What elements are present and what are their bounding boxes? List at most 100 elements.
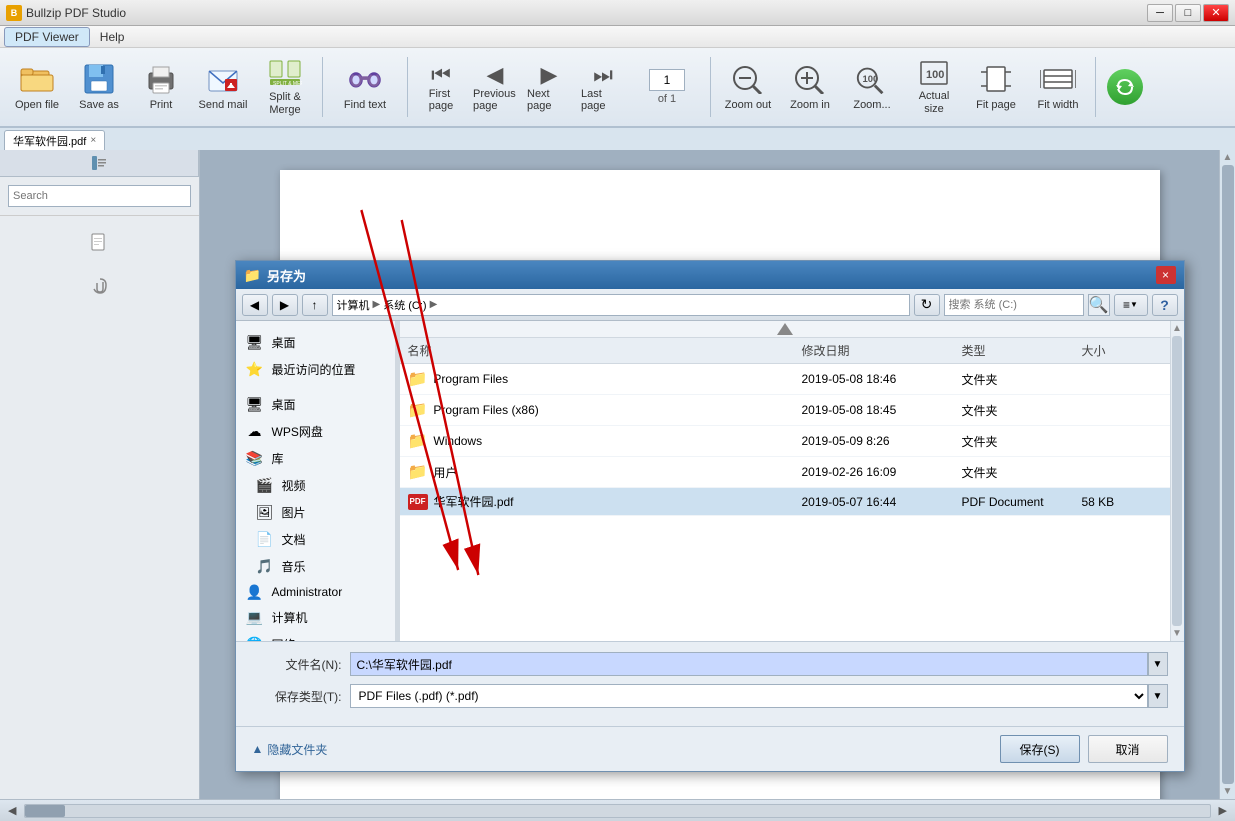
left-item-library[interactable]: 📚 库	[236, 445, 395, 472]
find-text-label: Find text	[344, 99, 386, 112]
dialog-cancel-button[interactable]: 取消	[1088, 735, 1168, 763]
find-text-button[interactable]: Find text	[331, 53, 399, 121]
save-as-button[interactable]: Save as	[70, 53, 128, 121]
split-merge-button[interactable]: SPLIT & MERGE Split &Merge	[256, 53, 314, 121]
previous-page-label: Previous page	[473, 88, 517, 112]
refresh-button[interactable]	[1104, 53, 1146, 121]
sidebar-left-icon[interactable]	[0, 150, 199, 176]
print-button[interactable]: Print	[132, 53, 190, 121]
header-name[interactable]: 名称	[408, 342, 802, 359]
left-item-desktop-2[interactable]: 🖥 桌面	[236, 391, 395, 418]
zoom-out-button[interactable]: Zoom out	[719, 53, 777, 121]
actual-size-icon: 100	[916, 58, 952, 88]
refresh-icon	[1107, 69, 1143, 105]
file-row-type-2: 文件夹	[962, 433, 1082, 450]
dialog-search-button[interactable]: 🔍	[1088, 294, 1110, 316]
dialog-save-button[interactable]: 保存(S)	[1000, 735, 1080, 763]
left-item-music[interactable]: 🎵 音乐	[236, 553, 395, 580]
folder-icon-3: 📁	[408, 462, 428, 482]
desktop-icon-2: 🖥	[246, 398, 264, 412]
table-row[interactable]: 📁 Program Files 2019-05-08 18:46 文件夹	[400, 364, 1170, 395]
filename-input[interactable]	[350, 652, 1148, 676]
dialog-search-input[interactable]	[944, 294, 1084, 316]
left-item-library-label: 库	[272, 450, 284, 467]
page-number-input[interactable]	[649, 69, 685, 91]
left-item-desktop-label-1: 桌面	[272, 334, 296, 351]
fit-page-button[interactable]: Fit page	[967, 53, 1025, 121]
network-icon: 🌐	[246, 638, 264, 642]
hide-folders-button[interactable]: ▲ 隐藏文件夹	[252, 741, 328, 758]
send-mail-button[interactable]: Send mail	[194, 53, 252, 121]
path-part-0: 计算机	[337, 297, 370, 313]
table-row[interactable]: 📁 Program Files (x86) 2019-05-08 18:45 文…	[400, 395, 1170, 426]
save-as-icon	[81, 61, 117, 97]
sidebar	[0, 150, 200, 799]
next-page-button[interactable]: ▶ Next page	[524, 53, 574, 121]
left-item-computer[interactable]: 💻 计算机	[236, 604, 395, 631]
status-arrow-right[interactable]: ▶	[1219, 804, 1227, 817]
minimize-button[interactable]: ─	[1147, 4, 1173, 22]
filename-dropdown[interactable]: ▼	[1148, 652, 1168, 676]
last-page-button[interactable]: ⏭ Last page	[578, 53, 628, 121]
file-row-date-4: 2019-05-07 16:44	[802, 495, 962, 509]
first-page-icon: ⏮	[431, 62, 451, 88]
dialog-forward-button[interactable]: ▶	[272, 294, 298, 316]
actual-size-button[interactable]: 100 Actualsize	[905, 53, 963, 121]
file-row-date-2: 2019-05-09 8:26	[802, 434, 962, 448]
left-item-video[interactable]: 🎬 视频	[236, 472, 395, 499]
filetype-dropdown[interactable]: ▼	[1148, 684, 1168, 708]
dialog-help-button[interactable]: ?	[1152, 294, 1178, 316]
left-item-pictures[interactable]: 🖼 图片	[236, 499, 395, 526]
dialog-body: 🖥 桌面 ⭐ 最近访问的位置 🖥 桌面 ☁	[236, 321, 1184, 641]
open-file-button[interactable]: Open file	[8, 53, 66, 121]
hide-folders-label: 隐藏文件夹	[267, 741, 327, 758]
left-item-video-label: 视频	[282, 477, 306, 494]
header-type[interactable]: 类型	[962, 342, 1082, 359]
left-item-desktop-1[interactable]: 🖥 桌面	[236, 329, 395, 356]
menu-bar: PDF Viewer Help	[0, 26, 1235, 48]
header-size[interactable]: 大小	[1082, 342, 1162, 359]
table-row[interactable]: 📁 Windows 2019-05-09 8:26 文件夹	[400, 426, 1170, 457]
dialog-path-breadcrumb: 计算机 ▶ 系统 (C:) ▶	[332, 294, 910, 316]
table-row[interactable]: 📁 用户 2019-02-26 16:09 文件夹	[400, 457, 1170, 488]
left-item-docs[interactable]: 📄 文档	[236, 526, 395, 553]
folder-icon-0: 📁	[408, 369, 428, 389]
menu-pdf-viewer[interactable]: PDF Viewer	[4, 27, 90, 47]
close-button[interactable]: ✕	[1203, 4, 1229, 22]
zoom-label: Zoom...	[853, 99, 890, 112]
maximize-button[interactable]: □	[1175, 4, 1201, 22]
sidebar-attach-icon-button[interactable]	[84, 270, 116, 302]
zoom-button[interactable]: 100 Zoom...	[843, 53, 901, 121]
dialog-up-button[interactable]: ↑	[302, 294, 328, 316]
dialog-scrollbar[interactable]: ▲ ▼	[1170, 321, 1184, 641]
first-page-button[interactable]: ⏮ Firstpage	[416, 53, 466, 121]
dialog-back-button[interactable]: ◀	[242, 294, 268, 316]
sidebar-pages-icon-button[interactable]	[84, 228, 116, 260]
left-item-wps[interactable]: ☁ WPS网盘	[236, 418, 395, 445]
fit-width-button[interactable]: Fit width	[1029, 53, 1087, 121]
dialog-title-bar: 📁 另存为 ×	[236, 261, 1184, 289]
header-date[interactable]: 修改日期	[802, 342, 962, 359]
dialog-view-toggle[interactable]: ≡ ▼	[1114, 294, 1148, 316]
status-scrollbar[interactable]	[24, 804, 1210, 818]
menu-help[interactable]: Help	[90, 28, 135, 46]
filetype-label: 保存类型(T):	[252, 688, 342, 705]
sidebar-search-input[interactable]	[8, 185, 191, 207]
file-tab[interactable]: 华军软件园.pdf ×	[4, 130, 105, 150]
zoom-in-button[interactable]: Zoom in	[781, 53, 839, 121]
main-scrollbar[interactable]: ▲ ▼	[1219, 150, 1235, 799]
left-item-recent[interactable]: ⭐ 最近访问的位置	[236, 356, 395, 383]
dialog-action-buttons: 保存(S) 取消	[1000, 735, 1168, 763]
status-arrow-left[interactable]: ◀	[8, 804, 16, 817]
print-icon	[143, 61, 179, 97]
tab-close-button[interactable]: ×	[90, 135, 96, 146]
left-item-admin[interactable]: 👤 Administrator	[236, 580, 395, 604]
dialog-close-button[interactable]: ×	[1156, 266, 1176, 284]
table-row[interactable]: PDF 华军软件园.pdf 2019-05-07 16:44 PDF Docum…	[400, 488, 1170, 516]
left-item-network[interactable]: 🌐 网络	[236, 631, 395, 641]
filetype-select[interactable]: PDF Files (.pdf) (*.pdf)	[350, 684, 1148, 708]
folder-icon-2: 📁	[408, 431, 428, 451]
previous-page-button[interactable]: ◀ Previous page	[470, 53, 520, 121]
dialog-refresh-button[interactable]: ↻	[914, 294, 940, 316]
zoom-in-label: Zoom in	[790, 99, 830, 112]
